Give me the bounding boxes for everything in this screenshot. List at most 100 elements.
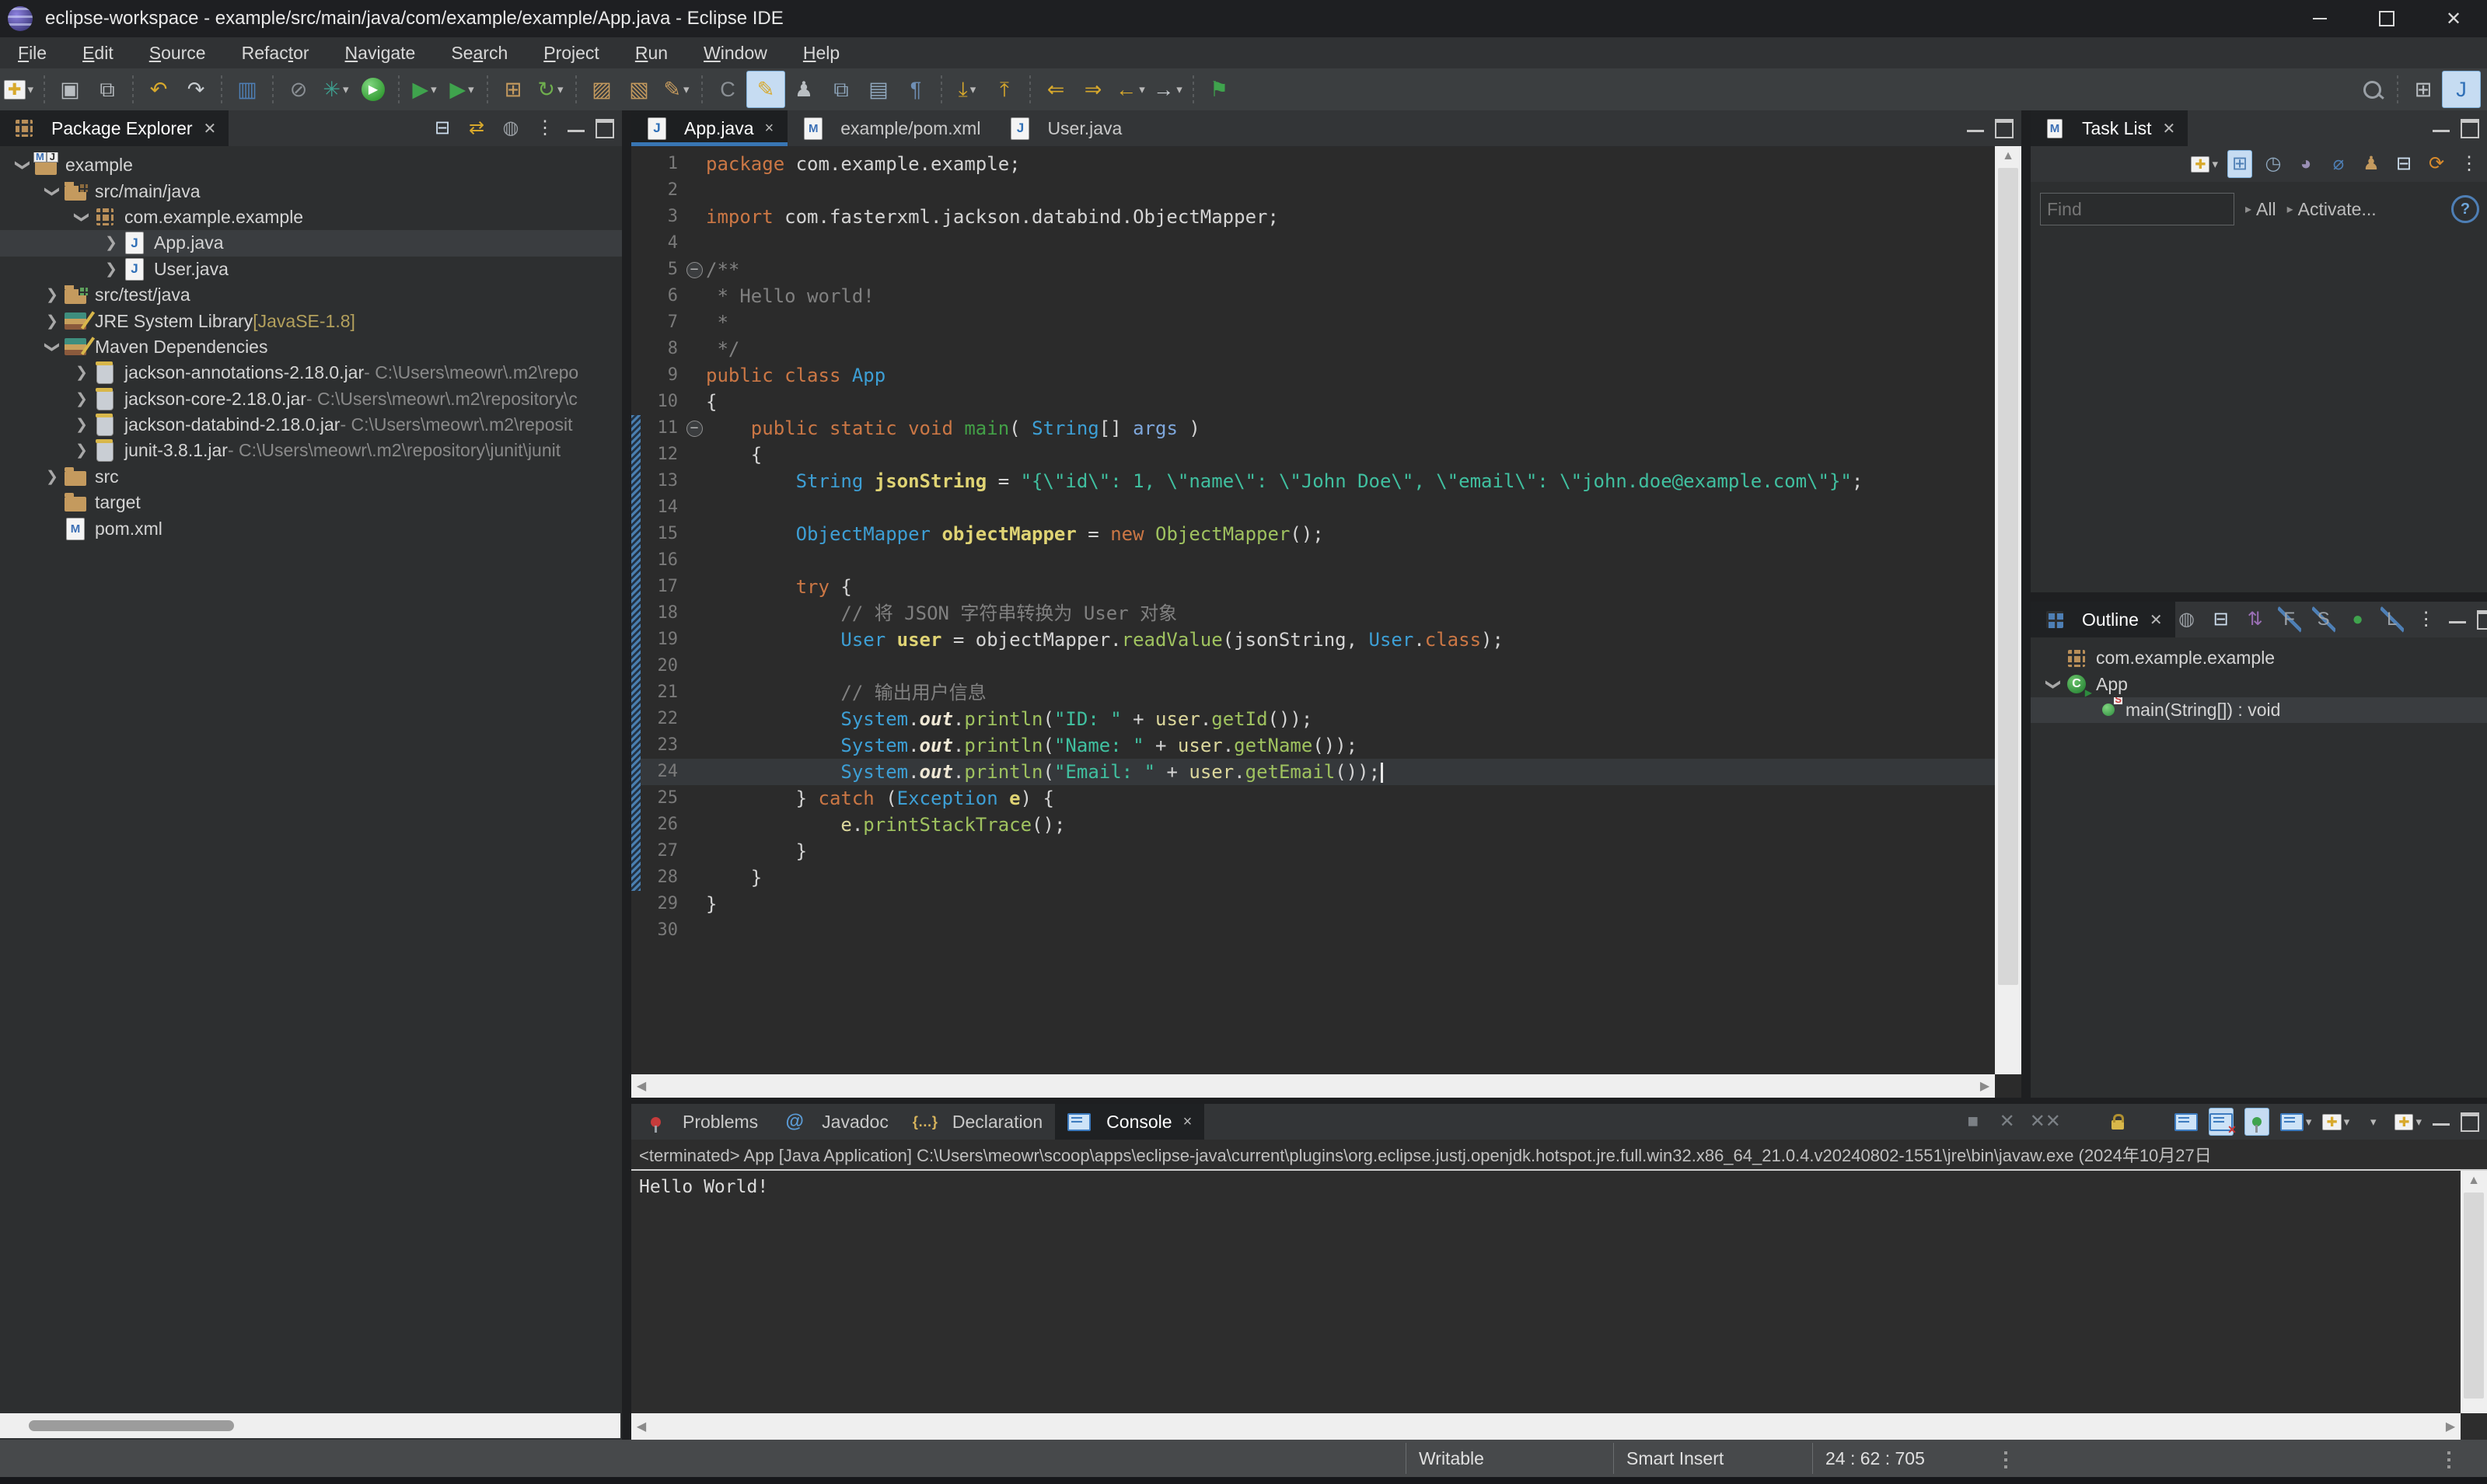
code-line-19[interactable]: 19 User user = objectMapper.readValue(js… bbox=[631, 627, 1995, 653]
focus-person-button[interactable]: ♟ bbox=[2360, 151, 2383, 177]
focus-on-active-task-button[interactable]: ◍ bbox=[499, 115, 522, 141]
chevron-right-icon[interactable]: ❯ bbox=[70, 390, 93, 408]
chevron-down-icon[interactable]: ❯ bbox=[2045, 672, 2063, 696]
code-line-7[interactable]: 7 * bbox=[631, 309, 1995, 336]
code-editor[interactable]: 1 package com.example.example; 2 3 import co… bbox=[631, 146, 1995, 1074]
menu-file[interactable]: File bbox=[0, 43, 65, 64]
code-line-1[interactable]: 1 package com.example.example; bbox=[631, 151, 1995, 177]
explorer-item-target[interactable]: target bbox=[0, 490, 622, 515]
collapse-all-button[interactable]: ⊟ bbox=[2209, 606, 2233, 633]
scroll-left-icon[interactable]: ◀ bbox=[631, 1419, 651, 1434]
maximize-icon[interactable] bbox=[1995, 118, 2014, 138]
code-line-23[interactable]: 23 System.out.println("Name: " + user.ge… bbox=[631, 732, 1995, 759]
run-button[interactable]: ▶ bbox=[355, 72, 392, 107]
explorer-item-pom.xml[interactable]: pom.xml bbox=[0, 515, 622, 541]
code-line-24[interactable]: 24 System.out.println("Email: " + user.g… bbox=[631, 759, 1995, 785]
maximize-icon[interactable] bbox=[596, 118, 614, 138]
console-output[interactable]: Hello World! bbox=[631, 1171, 2461, 1413]
previous-edit-location-button[interactable]: ⤒ bbox=[986, 72, 1023, 107]
tab-package-explorer[interactable]: Package Explorer ✕ bbox=[0, 110, 229, 146]
code-line-4[interactable]: 4 bbox=[631, 230, 1995, 257]
view-menu-button[interactable]: ⋮ bbox=[2457, 151, 2481, 177]
line-number[interactable]: 6 bbox=[641, 283, 683, 309]
sash-editor-right[interactable] bbox=[2021, 110, 2031, 1098]
new-wizard-button[interactable]: ✚ ▾ bbox=[0, 72, 37, 107]
back-history-skip-button[interactable]: ⇐ bbox=[1037, 72, 1074, 107]
menu-run[interactable]: Run bbox=[617, 43, 686, 64]
explorer-item-jre-system-library-[interactable]: ❯ JRE System Library [JavaSE-1.8] bbox=[0, 308, 622, 333]
scroll-up-icon[interactable]: ▲ bbox=[1995, 146, 2021, 166]
sep-button[interactable] bbox=[2072, 1109, 2095, 1135]
chevron-down-icon[interactable]: ❯ bbox=[44, 335, 61, 358]
minimize-icon[interactable] bbox=[2433, 129, 2450, 132]
console-tab-problems[interactable]: Problems bbox=[631, 1104, 770, 1140]
open-resource-button[interactable]: ▧ bbox=[620, 72, 658, 107]
line-number[interactable]: 25 bbox=[641, 785, 683, 812]
explorer-item-com.example.example[interactable]: ❯ com.example.example bbox=[0, 204, 622, 230]
sort-button[interactable]: ⇅ bbox=[2244, 606, 2267, 633]
explorer-item-src-main-java[interactable]: ❯ src/main/java bbox=[0, 178, 622, 204]
editor-tab-user.java[interactable]: User.java bbox=[994, 110, 1136, 146]
line-number[interactable]: 5 bbox=[641, 257, 683, 283]
scope-activate[interactable]: ▸ Activate... bbox=[2287, 199, 2377, 220]
format-highlighter-button[interactable]: ✎ bbox=[746, 71, 785, 108]
minimize-icon[interactable] bbox=[568, 129, 585, 132]
last-edit-location-button[interactable]: ⤓ ▾ bbox=[948, 72, 986, 107]
line-number[interactable]: 10 bbox=[641, 389, 683, 415]
chevron-down-icon[interactable]: ❯ bbox=[73, 205, 91, 229]
back-history-button[interactable]: ← ▾ bbox=[1112, 72, 1149, 107]
maximize-icon[interactable] bbox=[2476, 609, 2487, 630]
line-number[interactable]: 24 bbox=[641, 759, 683, 785]
hide-static-button[interactable]: S bbox=[2311, 606, 2335, 633]
scroll-left-icon[interactable]: ◀ bbox=[631, 1078, 651, 1094]
line-number[interactable]: 27 bbox=[641, 838, 683, 864]
chevron-down-icon[interactable]: ❯ bbox=[44, 180, 61, 203]
menu-arch[interactable]: Search bbox=[433, 43, 526, 64]
open-type-button[interactable]: ▨ bbox=[583, 72, 620, 107]
outline-item-main-string-void[interactable]: main(String[]) : void bbox=[2031, 697, 2487, 724]
code-line-30[interactable]: 30 bbox=[631, 917, 1995, 944]
explorer-item-user.java[interactable]: ❯ User.java bbox=[0, 257, 622, 282]
tab-task-list[interactable]: Task List ✕ bbox=[2031, 110, 2188, 146]
code-line-14[interactable]: 14 bbox=[631, 494, 1995, 521]
code-line-22[interactable]: 22 System.out.println("ID: " + user.getI… bbox=[631, 706, 1995, 732]
maximize-icon[interactable] bbox=[2461, 1112, 2479, 1132]
code-line-18[interactable]: 18 // 将 JSON 字符串转换为 User 对象 bbox=[631, 600, 1995, 627]
code-line-26[interactable]: 26 e.printStackTrace(); bbox=[631, 812, 1995, 838]
chevron-right-icon[interactable]: ❯ bbox=[70, 416, 93, 434]
code-line-8[interactable]: 8 */ bbox=[631, 336, 1995, 362]
line-number[interactable]: 12 bbox=[641, 442, 683, 468]
code-line-10[interactable]: 10 { bbox=[631, 389, 1995, 415]
clear-console-button[interactable] bbox=[2106, 1109, 2129, 1135]
close-icon[interactable]: ✕ bbox=[2162, 119, 2175, 138]
line-number[interactable]: 18 bbox=[641, 600, 683, 627]
chevron-down-icon[interactable]: ❯ bbox=[14, 154, 32, 177]
menu-help[interactable]: Help bbox=[785, 43, 858, 64]
code-line-20[interactable]: 20 bbox=[631, 653, 1995, 679]
console-hscrollbar[interactable]: ◀ ▶ bbox=[631, 1413, 2461, 1440]
debug-external-tools-button[interactable]: ✳ ▾ bbox=[317, 72, 355, 107]
forward-history-button[interactable]: → ▾ bbox=[1149, 72, 1186, 107]
close-button[interactable]: ✕ bbox=[2420, 0, 2487, 37]
scheduled-button[interactable]: ◷ bbox=[2262, 151, 2285, 177]
sash-tasklist-outline[interactable] bbox=[2031, 592, 2487, 602]
chevron-right-icon[interactable]: ❯ bbox=[70, 364, 93, 382]
menu-navigate[interactable]: Navigate bbox=[327, 43, 434, 64]
line-number[interactable]: 7 bbox=[641, 309, 683, 336]
menu-project[interactable]: Project bbox=[526, 43, 617, 64]
line-number[interactable]: 15 bbox=[641, 521, 683, 547]
explorer-item-junit-3.8.1.jar[interactable]: ❯ junit-3.8.1.jar - C:\Users\meowr\.m2\re… bbox=[0, 438, 622, 463]
line-number[interactable]: 29 bbox=[641, 891, 683, 917]
minimize-icon[interactable] bbox=[2433, 1123, 2450, 1126]
code-line-27[interactable]: 27 } bbox=[631, 838, 1995, 864]
run-flag-button[interactable]: ⚑ bbox=[1200, 72, 1238, 107]
new-annotation-button[interactable]: ✎ ▾ bbox=[658, 72, 695, 107]
code-line-25[interactable]: 25 } catch (Exception e) { bbox=[631, 785, 1995, 812]
status-drag-handle[interactable] bbox=[2447, 1448, 2450, 1468]
find-input[interactable] bbox=[2040, 193, 2234, 225]
synchronize-button[interactable]: ⟳ bbox=[2425, 151, 2448, 177]
pin-console-button[interactable]: ✚ ▾ bbox=[2322, 1109, 2349, 1135]
clear-button[interactable]: ⌀ bbox=[2327, 151, 2350, 177]
code-line-11[interactable]: 11− public static void main( String[] ar… bbox=[631, 415, 1995, 442]
close-icon[interactable]: × bbox=[1183, 1113, 1193, 1131]
